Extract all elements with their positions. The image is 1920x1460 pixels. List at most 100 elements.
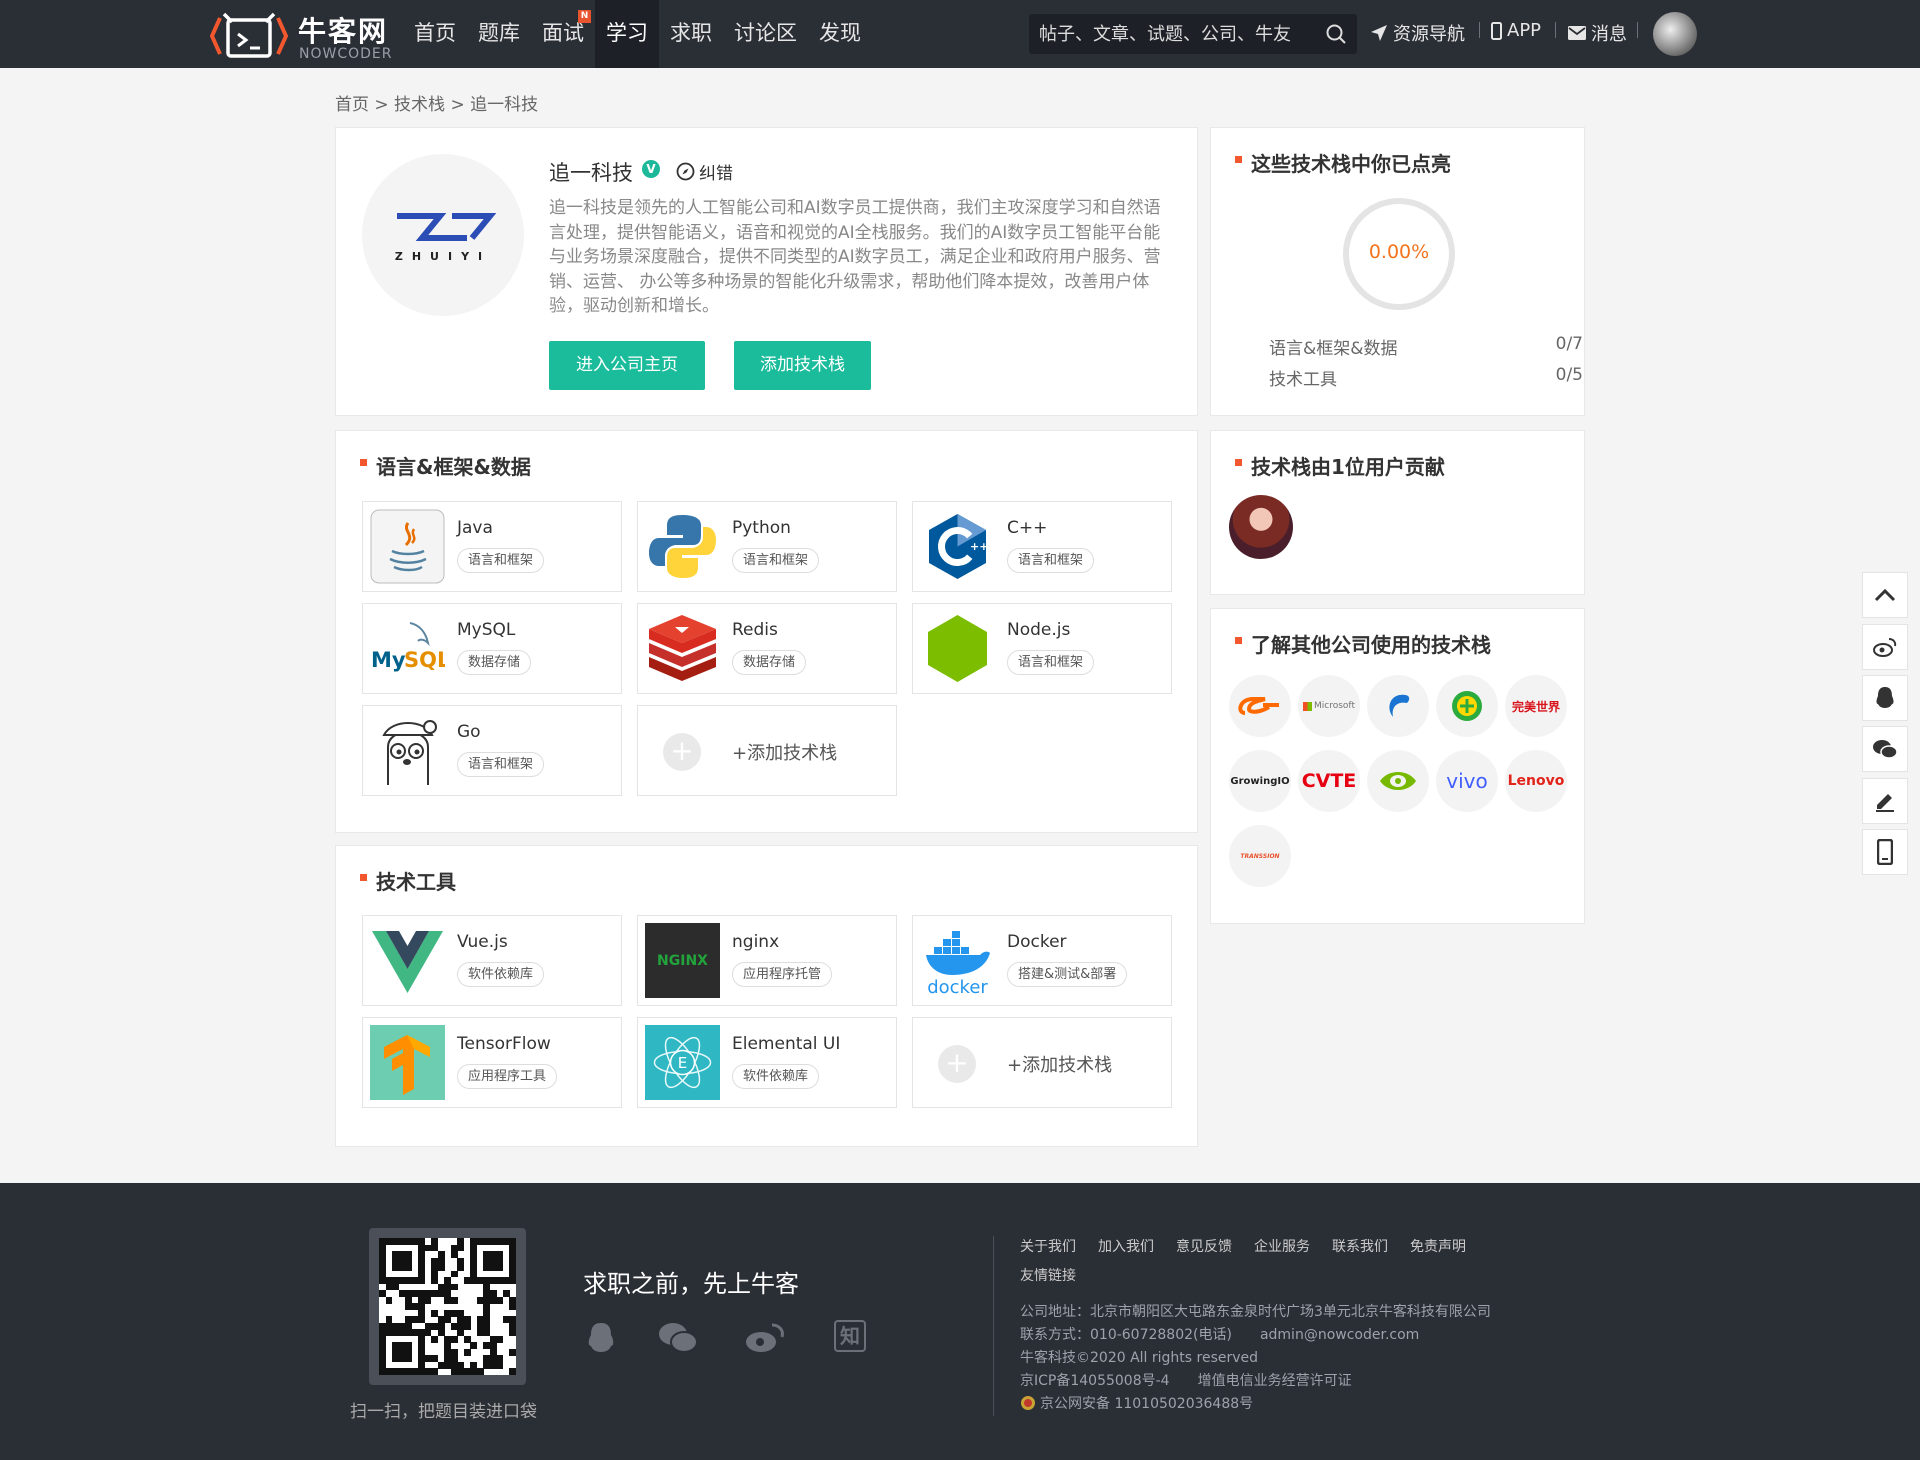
qq-icon[interactable] [583, 1320, 619, 1356]
360-logo[interactable] [1436, 675, 1498, 737]
breadcrumb[interactable]: 首页 > 技术栈 > 追一科技 [335, 90, 538, 115]
ctrip-logo[interactable] [1367, 675, 1429, 737]
nav-jobs[interactable]: 求职 [659, 0, 723, 68]
footer-link-join[interactable]: 加入我们 [1098, 1236, 1154, 1256]
tech-tile-vue[interactable]: Vue.js 软件依赖库 [362, 915, 622, 1006]
nav-question-bank[interactable]: 题库 [467, 0, 531, 68]
nav-discuss[interactable]: 讨论区 [723, 0, 808, 68]
footer-link-about[interactable]: 关于我们 [1020, 1236, 1076, 1256]
qr-module [476, 1368, 484, 1376]
tech-tile-elemental[interactable]: E Elemental UI 软件依赖库 [637, 1017, 897, 1108]
add-tech-stack-button[interactable]: 添加技术栈 [734, 341, 871, 390]
nav-learn[interactable]: 学习 [595, 0, 659, 68]
company-home-button[interactable]: 进入公司主页 [549, 341, 705, 390]
nav-home[interactable]: 首页 [403, 0, 467, 68]
footer-slogan: 求职之前，先上牛客 [583, 1270, 799, 1298]
progress-card: 这些技术栈中你已点亮 0.00% 语言&框架&数据 0/7 技术工具 0/5 [1210, 127, 1585, 416]
tech-tag: 语言和框架 [457, 752, 545, 777]
police-badge-icon [1021, 1396, 1035, 1410]
tech-tile-python[interactable]: Python 语言和框架 [637, 501, 897, 592]
site-logo[interactable]: 牛客网 NOWCODER [210, 8, 400, 62]
footer-address: 公司地址：北京市朝阳区大屯路东金泉时代广场3单元北京牛客科技有限公司 [1020, 1304, 1491, 1320]
feedback-button[interactable] [1862, 778, 1908, 824]
search-input[interactable] [1039, 14, 1309, 54]
microsoft-logo[interactable]: Microsoft [1298, 675, 1360, 737]
new-badge: N [578, 10, 591, 23]
footer-link-contact[interactable]: 联系我们 [1332, 1236, 1388, 1256]
tech-name: MySQL [457, 620, 516, 640]
nvidia-eye-icon [1380, 772, 1416, 790]
company-logo-label: vivo [1446, 769, 1488, 793]
company-description: 追一科技是领先的人工智能公司和AI数字员工提供商，我们主攻深度学习和自然语言处理… [549, 198, 1161, 316]
tech-tile-nginx[interactable]: NGINX nginx 应用程序托管 [637, 915, 897, 1006]
svg-text:SQL: SQL [404, 648, 445, 672]
qr-module [457, 1264, 465, 1271]
nav-discover[interactable]: 发现 [808, 0, 872, 68]
share-weibo-button[interactable] [1862, 624, 1908, 670]
growingio-logo[interactable]: GrowingIO [1229, 750, 1291, 812]
weibo-icon[interactable] [744, 1320, 786, 1356]
qr-module [463, 1322, 471, 1330]
docker-icon: docker [926, 931, 990, 998]
cvte-logo[interactable]: CVTE [1298, 750, 1360, 812]
dolphin-icon [1389, 694, 1410, 717]
nodejs-icon [928, 615, 987, 682]
contributor-avatar[interactable] [1229, 495, 1293, 559]
footer-link-friends[interactable]: 友情链接 [1020, 1265, 1076, 1285]
svg-text:docker: docker [927, 977, 988, 998]
footer-link-enterprise[interactable]: 企业服务 [1254, 1236, 1310, 1256]
footer-police: 京公网安备 11010502036488号 [1020, 1393, 1253, 1413]
nav-interview[interactable]: 面试 N [531, 0, 595, 68]
alibaba-icon [1238, 697, 1279, 715]
tech-tag: 软件依赖库 [732, 1064, 820, 1089]
tech-name: Node.js [1007, 620, 1071, 640]
weibo-icon [1873, 638, 1897, 657]
tech-tile-cpp[interactable]: ++ C++ 语言和框架 [912, 501, 1172, 592]
tech-tile-tensorflow[interactable]: TensorFlow 应用程序工具 [362, 1017, 622, 1108]
transsion-logo[interactable]: TRANSSION [1229, 825, 1291, 887]
footer-link-feedback[interactable]: 意见反馈 [1176, 1236, 1232, 1256]
messages-label: 消息 [1591, 24, 1627, 45]
company-logo-label: TRANSSION [1240, 852, 1280, 860]
zhihu-icon[interactable]: 知 [834, 1320, 866, 1352]
compass-icon [676, 162, 695, 181]
qr-module [470, 1342, 478, 1350]
back-to-top-button[interactable] [1862, 572, 1908, 618]
section-title: 了解其他公司使用的技术栈 [1235, 629, 1491, 658]
messages-link[interactable]: 消息 [1568, 20, 1627, 46]
user-avatar[interactable] [1653, 12, 1697, 56]
share-qq-button[interactable] [1862, 675, 1908, 721]
company-logo-label: 完美世界 [1511, 699, 1560, 714]
phone-icon [1877, 839, 1893, 865]
resource-nav-link[interactable]: 资源导航 [1370, 20, 1465, 46]
tech-tile-nodejs[interactable]: Node.js 语言和框架 [912, 603, 1172, 694]
app-link[interactable]: APP [1491, 20, 1541, 41]
add-tech-tile[interactable]: + +添加技术栈 [912, 1017, 1172, 1108]
alibaba-logo[interactable] [1229, 675, 1291, 737]
tech-tile-java[interactable]: Java 语言和框架 [362, 501, 622, 592]
tech-tile-docker[interactable]: docker Docker 搭建&测试&部署 [912, 915, 1172, 1006]
tech-tag: 搭建&测试&部署 [1007, 962, 1128, 987]
progress-percent: 0.00% [1368, 241, 1430, 263]
nvidia-logo[interactable] [1367, 750, 1429, 812]
stat-label: 技术工具 [1269, 370, 1337, 390]
wechat-icon[interactable] [657, 1320, 699, 1356]
share-wechat-button[interactable] [1862, 726, 1908, 772]
lenovo-logo[interactable]: Lenovo [1505, 750, 1567, 812]
add-tech-tile[interactable]: + +添加技术栈 [637, 705, 897, 796]
nav-label: 求职 [670, 21, 712, 45]
footer-icp: 京ICP备14055008号-4 增值电信业务经营许可证 [1020, 1373, 1352, 1389]
footer-link-disclaimer[interactable]: 免责声明 [1410, 1236, 1466, 1256]
perfect-world-logo[interactable]: 完美世界 [1505, 675, 1567, 737]
vivo-logo[interactable]: vivo [1436, 750, 1498, 812]
tech-tag: 软件依赖库 [457, 962, 545, 987]
correct-link[interactable]: 纠错 [676, 159, 733, 184]
mail-icon [1568, 26, 1586, 40]
app-label: APP [1507, 20, 1542, 41]
mobile-app-button[interactable] [1862, 829, 1908, 875]
tech-tile-mysql[interactable]: My SQL MySQL 数据存储 [362, 603, 622, 694]
tech-tile-go[interactable]: Go 语言和框架 [362, 705, 622, 796]
qr-module [509, 1277, 517, 1284]
tech-tile-redis[interactable]: Redis 数据存储 [637, 603, 897, 694]
search-icon[interactable] [1325, 23, 1347, 45]
